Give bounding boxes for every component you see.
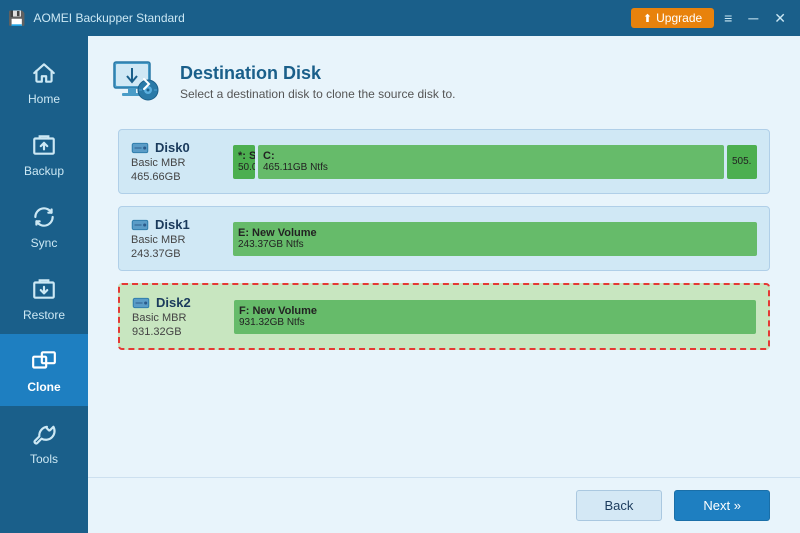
disk0-type: Basic MBR — [131, 157, 221, 169]
tools-icon — [29, 418, 59, 448]
sidebar-tools-label: Tools — [30, 452, 58, 466]
disk1-type: Basic MBR — [131, 234, 221, 246]
hdd-icon-1 — [131, 218, 149, 232]
disk0-name-label: Disk0 — [155, 140, 190, 155]
sidebar-item-clone[interactable]: Clone — [0, 334, 88, 406]
disk1-name-row: Disk1 — [131, 217, 221, 232]
disk2-name-row: Disk2 — [132, 295, 222, 310]
hdd-icon-0 — [131, 141, 149, 155]
sidebar-restore-label: Restore — [23, 308, 65, 322]
page-header: Destination Disk Select a destination di… — [88, 36, 800, 124]
sidebar-home-label: Home — [28, 92, 60, 106]
sidebar-backup-label: Backup — [24, 164, 64, 178]
disk0-partition-main: C: 465.11GB Ntfs — [258, 145, 724, 179]
sidebar-clone-label: Clone — [27, 380, 60, 394]
disk2-name-label: Disk2 — [156, 295, 191, 310]
disk1-info: Disk1 Basic MBR 243.37GB — [131, 217, 221, 260]
sidebar-item-backup[interactable]: Backup — [0, 118, 88, 190]
disk0-name-row: Disk0 — [131, 140, 221, 155]
page-title: Destination Disk — [180, 63, 456, 84]
footer: Back Next » — [88, 477, 800, 533]
disk0-partitions: *: S 50.0 C: 465.11GB Ntfs 505. — [233, 145, 757, 179]
disk2-type: Basic MBR — [132, 312, 222, 324]
disk-item-2[interactable]: Disk2 Basic MBR 931.32GB F: New Volume 9… — [118, 283, 770, 350]
sidebar-item-home[interactable]: Home — [0, 46, 88, 118]
disk1-size: 243.37GB — [131, 248, 221, 260]
title-bar-right: ⬆ Upgrade ≡ ─ ✕ — [631, 8, 792, 29]
upgrade-icon: ⬆ — [643, 12, 652, 25]
disk1-partition-main: E: New Volume 243.37GB Ntfs — [233, 222, 757, 256]
disk2-partitions: F: New Volume 931.32GB Ntfs — [234, 300, 756, 334]
main-layout: Home Backup Syn — [0, 36, 800, 533]
disk1-partitions: E: New Volume 243.37GB Ntfs — [233, 222, 757, 256]
disk2-info: Disk2 Basic MBR 931.32GB — [132, 295, 222, 338]
sidebar-item-sync[interactable]: Sync — [0, 190, 88, 262]
app-logo-icon: 💾 — [8, 10, 25, 27]
sync-icon — [29, 202, 59, 232]
home-icon — [29, 58, 59, 88]
sidebar: Home Backup Syn — [0, 36, 88, 533]
disk0-partition-small: 505. — [727, 145, 757, 179]
disk2-size: 931.32GB — [132, 326, 222, 338]
back-button[interactable]: Back — [576, 490, 663, 521]
minimize-button[interactable]: ─ — [742, 8, 764, 28]
next-button[interactable]: Next » — [674, 490, 770, 521]
sidebar-item-restore[interactable]: Restore — [0, 262, 88, 334]
app-title: AOMEI Backupper Standard — [33, 11, 184, 25]
header-text: Destination Disk Select a destination di… — [180, 63, 456, 101]
disk-item-1[interactable]: Disk1 Basic MBR 243.37GB E: New Volume 2… — [118, 206, 770, 271]
destination-disk-icon — [108, 54, 164, 110]
upgrade-button[interactable]: ⬆ Upgrade — [631, 8, 714, 28]
sidebar-sync-label: Sync — [31, 236, 58, 250]
disk0-partition-system: *: S 50.0 — [233, 145, 255, 179]
content-area: Destination Disk Select a destination di… — [88, 36, 800, 533]
disk-item-0[interactable]: Disk0 Basic MBR 465.66GB *: S 50.0 C: 46… — [118, 129, 770, 194]
disk2-partition-main: F: New Volume 931.32GB Ntfs — [234, 300, 756, 334]
disk0-size: 465.66GB — [131, 171, 221, 183]
title-bar-left: 💾 AOMEI Backupper Standard — [8, 10, 185, 27]
clone-icon — [29, 346, 59, 376]
title-bar: 💾 AOMEI Backupper Standard ⬆ Upgrade ≡ ─… — [0, 0, 800, 36]
hdd-icon-2 — [132, 296, 150, 310]
menu-button[interactable]: ≡ — [718, 8, 738, 28]
disk1-name-label: Disk1 — [155, 217, 190, 232]
restore-icon — [29, 274, 59, 304]
disk0-info: Disk0 Basic MBR 465.66GB — [131, 140, 221, 183]
backup-icon — [29, 130, 59, 160]
page-subtitle: Select a destination disk to clone the s… — [180, 87, 456, 101]
sidebar-item-tools[interactable]: Tools — [0, 406, 88, 478]
close-button[interactable]: ✕ — [768, 8, 792, 29]
disk-list: Disk0 Basic MBR 465.66GB *: S 50.0 C: 46… — [88, 124, 800, 477]
